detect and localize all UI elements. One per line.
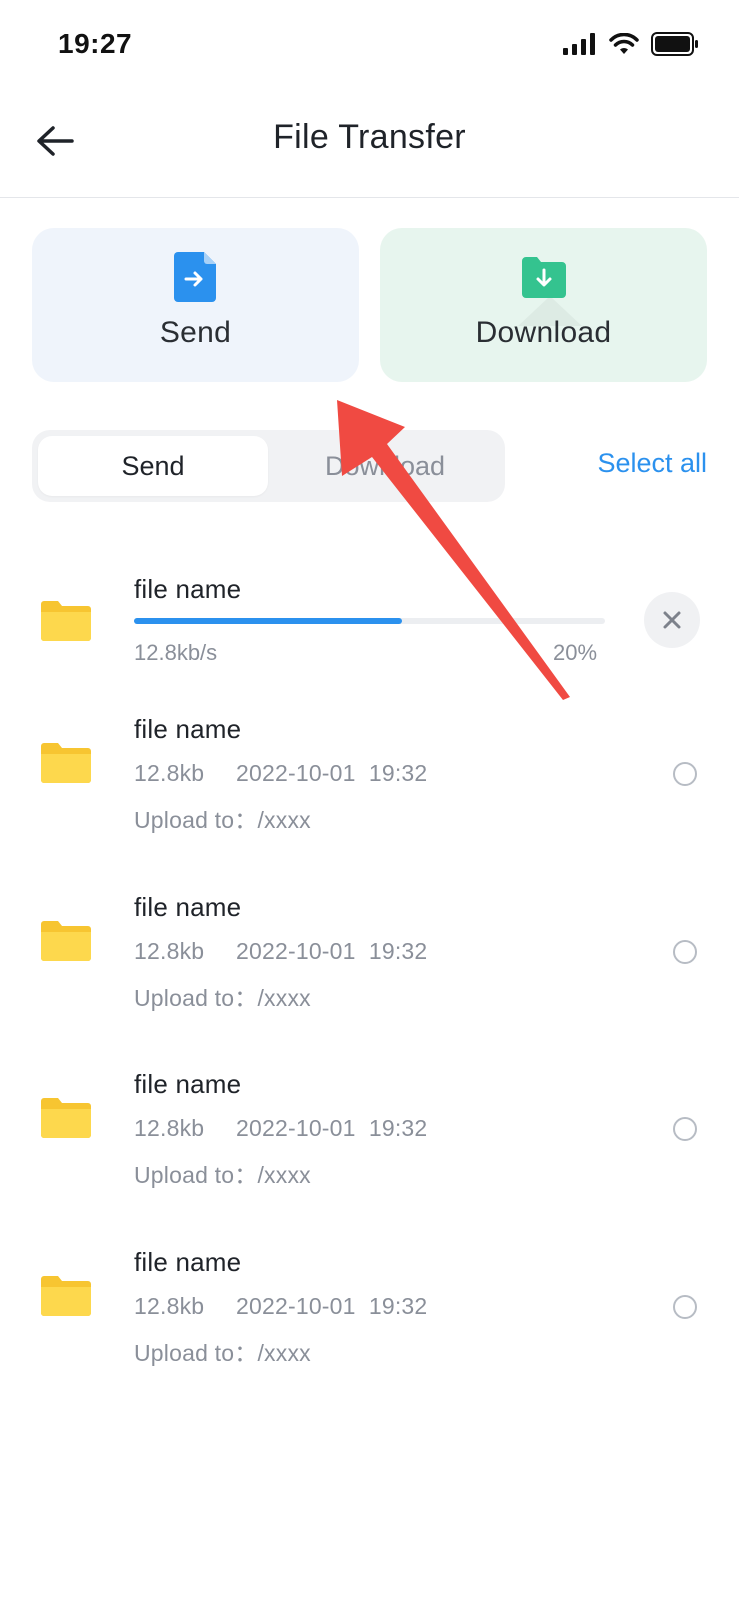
file-row[interactable]: file name 12.8kb 2022-10-01 19:32 Upload… [0,1057,739,1217]
battery-icon [651,32,698,56]
status-time: 19:27 [58,28,133,59]
file-row[interactable]: file name 12.8kb 2022-10-01 19:32 Upload… [0,880,739,1040]
file-select-radio[interactable] [673,762,697,786]
file-select-radio[interactable] [673,940,697,964]
close-icon [663,611,681,629]
signal-icon [563,33,595,55]
file-name: file name [134,1247,242,1277]
folder-download-icon [521,257,566,298]
file-row[interactable]: file name 12.8kb 2022-10-01 19:32 Upload… [0,702,739,862]
folder-icon [41,601,91,641]
transfer-segment-control: Send Download [32,430,505,502]
send-card[interactable]: Send [32,228,359,382]
file-size: 12.8kb [134,1293,205,1319]
tab-send[interactable]: Send [38,436,268,496]
file-row[interactable]: file name 12.8kb 2022-10-01 19:32 Upload… [0,1235,739,1395]
folder-icon [41,921,91,961]
file-destination: Upload to：/xxxx [134,985,311,1011]
send-card-label: Send [159,316,232,349]
transfer-speed: 12.8kb/s [134,640,218,665]
status-bar: 19:27 [0,0,739,90]
tab-download[interactable]: Download [270,436,500,496]
file-name: file name [134,1069,242,1099]
cancel-transfer-button[interactable] [644,592,700,648]
file-name: file name [134,714,242,744]
folder-icon [41,1098,91,1138]
wifi-icon [609,33,639,54]
file-send-icon [173,252,216,302]
status-icons [563,32,699,56]
file-name: file name [134,574,242,604]
file-select-radio[interactable] [673,1117,697,1141]
transfer-percent: 20% [553,640,598,665]
file-select-radio[interactable] [673,1295,697,1319]
download-card-label: Download [475,316,612,349]
file-datetime: 2022-10-01 19:32 [236,1115,428,1141]
file-name: file name [134,892,242,922]
progress-bar [134,618,605,624]
progress-fill [134,618,403,624]
file-destination: Upload to：/xxxx [134,807,311,833]
file-destination: Upload to：/xxxx [134,1340,311,1366]
select-all-link[interactable]: Select all [597,448,707,479]
page-title: File Transfer [273,118,466,156]
file-datetime: 2022-10-01 19:32 [236,938,428,964]
active-transfer-row: file name 12.8kb/s 20% [0,560,739,680]
download-card[interactable]: Download [380,228,707,382]
folder-icon [41,743,91,783]
file-size: 12.8kb [134,938,205,964]
nav-bar: File Transfer [0,90,739,198]
file-size: 12.8kb [134,760,205,786]
file-destination: Upload to：/xxxx [134,1162,311,1188]
folder-icon [41,1276,91,1316]
file-datetime: 2022-10-01 19:32 [236,1293,428,1319]
file-datetime: 2022-10-01 19:32 [236,760,428,786]
file-size: 12.8kb [134,1115,205,1141]
